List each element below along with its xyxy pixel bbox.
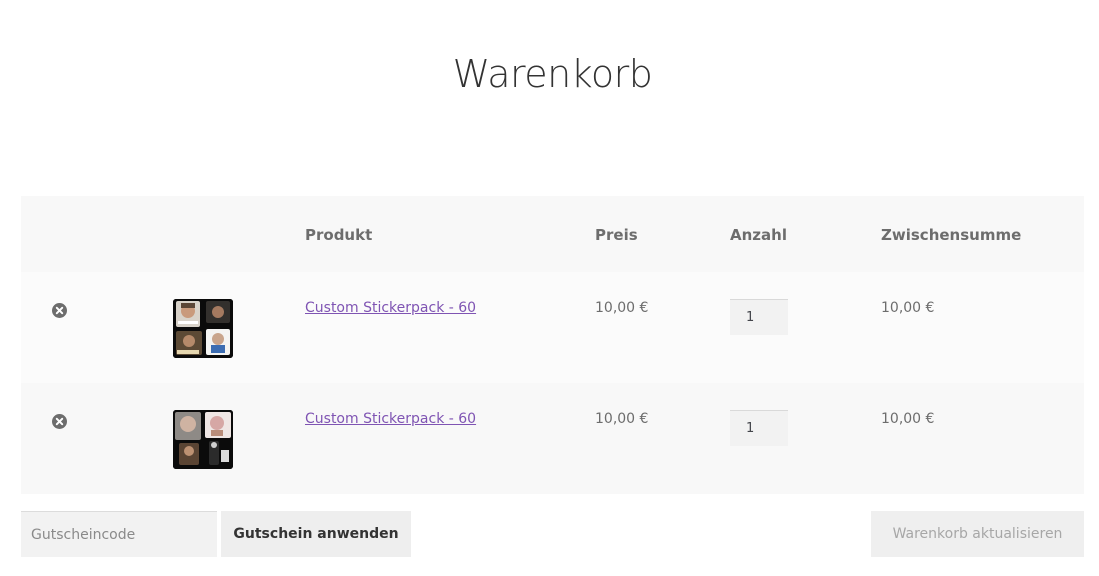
product-link[interactable]: Custom Stickerpack - 60: [305, 410, 476, 428]
remove-item-icon[interactable]: [52, 303, 67, 318]
product-thumbnail[interactable]: [173, 299, 233, 358]
quantity-input[interactable]: [730, 410, 788, 446]
cart-item-row: Custom Stickerpack - 60 10,00 € 10,00 €: [21, 272, 1084, 383]
page-title: Warenkorb: [452, 52, 653, 96]
column-header-quantity: Anzahl: [730, 226, 787, 244]
cart-table-header: Produkt Preis Anzahl Zwischensumme: [21, 196, 1084, 272]
item-price: 10,00 €: [595, 411, 649, 427]
update-cart-button[interactable]: Warenkorb aktualisieren: [871, 511, 1084, 557]
cart-table: Produkt Preis Anzahl Zwischensumme Custo…: [21, 196, 1084, 495]
product-link[interactable]: Custom Stickerpack - 60: [305, 299, 476, 317]
column-header-product: Produkt: [305, 226, 373, 244]
remove-item-icon[interactable]: [52, 414, 67, 429]
quantity-input[interactable]: [730, 299, 788, 335]
item-price: 10,00 €: [595, 300, 649, 316]
cart-item-row: Custom Stickerpack - 60 10,00 € 10,00 €: [21, 383, 1084, 494]
item-subtotal: 10,00 €: [881, 411, 935, 427]
apply-coupon-button[interactable]: Gutschein anwenden: [221, 511, 411, 557]
item-subtotal: 10,00 €: [881, 300, 935, 316]
column-header-subtotal: Zwischensumme: [881, 226, 1022, 244]
coupon-code-input[interactable]: [21, 511, 217, 557]
column-header-price: Preis: [595, 226, 638, 244]
product-thumbnail[interactable]: [173, 410, 233, 469]
